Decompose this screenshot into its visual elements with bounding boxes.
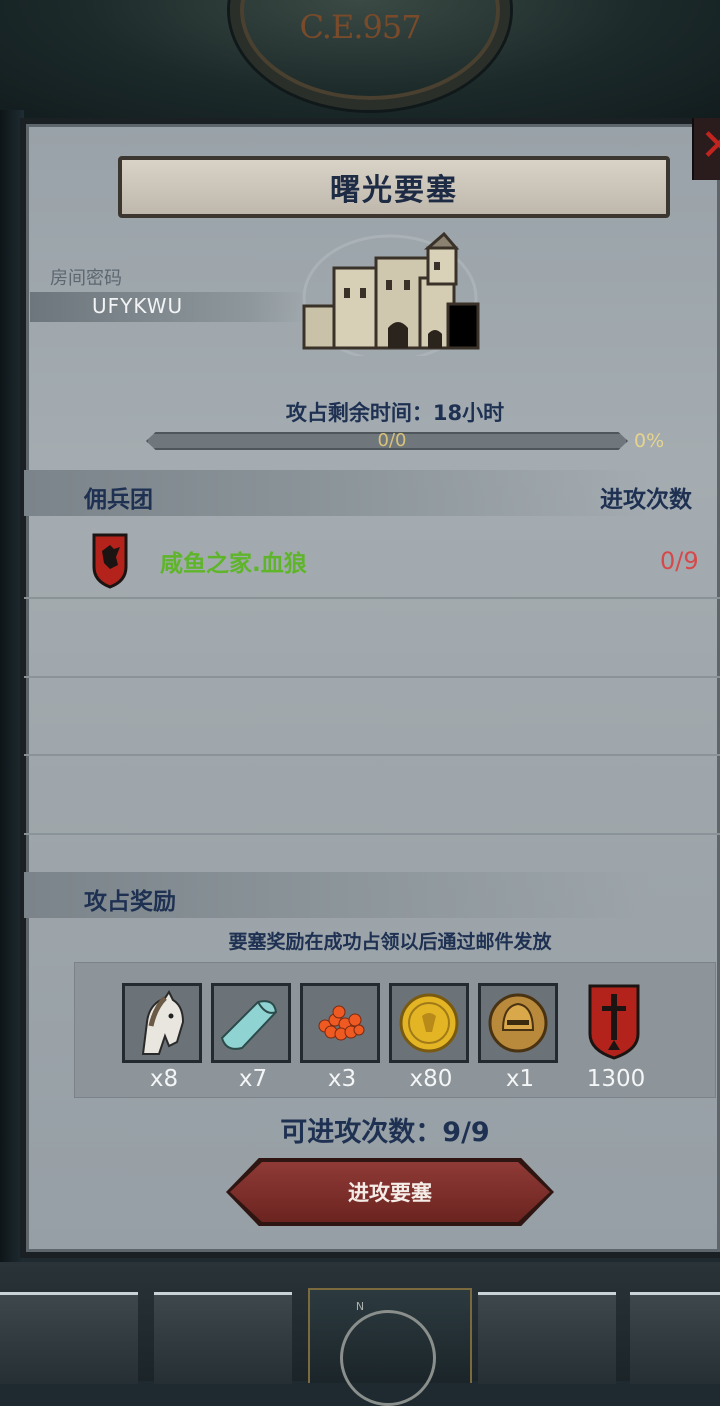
horse-icon[interactable] [122, 983, 202, 1063]
cloth-icon[interactable] [211, 983, 291, 1063]
close-icon[interactable]: ✕ [700, 124, 720, 168]
room-code-label: 房间密码 [50, 268, 122, 289]
progress-percent: 0% [634, 430, 665, 452]
fortress-title: 曙光要塞 [330, 173, 458, 208]
nav-tab-extra[interactable] [630, 1292, 720, 1384]
berries-icon[interactable] [300, 983, 380, 1063]
era-label: C.E.957 [299, 8, 421, 46]
reward-qty: x1 [505, 1066, 535, 1092]
room-code-value: UFYKWU [92, 294, 184, 318]
reward-qty: x3 [327, 1066, 357, 1092]
nav-tab-castle[interactable] [478, 1292, 616, 1384]
castle-icon [302, 231, 480, 356]
progress-value: 0/0 [377, 430, 407, 451]
row-divider [24, 597, 720, 599]
attacks-header: 进攻次数 [600, 487, 692, 513]
compass-icon [340, 1310, 436, 1406]
occupation-time: 攻占剩余时间：18小时 [285, 401, 505, 425]
mercenary-attack-count: 0/9 [660, 547, 699, 575]
row-divider [24, 754, 720, 756]
reward-qty: x80 [409, 1066, 453, 1092]
rewards-header: 攻占奖励 [84, 889, 176, 915]
mercenary-header: 佣兵团 [84, 487, 153, 513]
wolf-shield-icon [92, 533, 128, 589]
rewards-note: 要塞奖励在成功占领以后通过邮件发放 [228, 931, 552, 953]
row-divider [24, 833, 720, 835]
attack-fortress-button[interactable]: 进攻要塞 [230, 1162, 550, 1222]
sword-banner-icon[interactable] [588, 984, 640, 1060]
reward-qty: x7 [238, 1066, 268, 1092]
helmet-icon[interactable] [478, 983, 558, 1063]
title-banner: 曙光要塞 [118, 156, 670, 218]
attack-button-label: 进攻要塞 [348, 1181, 432, 1205]
available-attacks: 可进攻次数：9/9 [280, 1117, 490, 1148]
reward-qty: 1300 [586, 1066, 646, 1092]
reward-qty: x8 [149, 1066, 179, 1092]
gold-coin-icon[interactable] [389, 983, 469, 1063]
row-divider [24, 676, 720, 678]
mercenary-name[interactable]: 咸鱼之家.血狼 [160, 544, 307, 578]
